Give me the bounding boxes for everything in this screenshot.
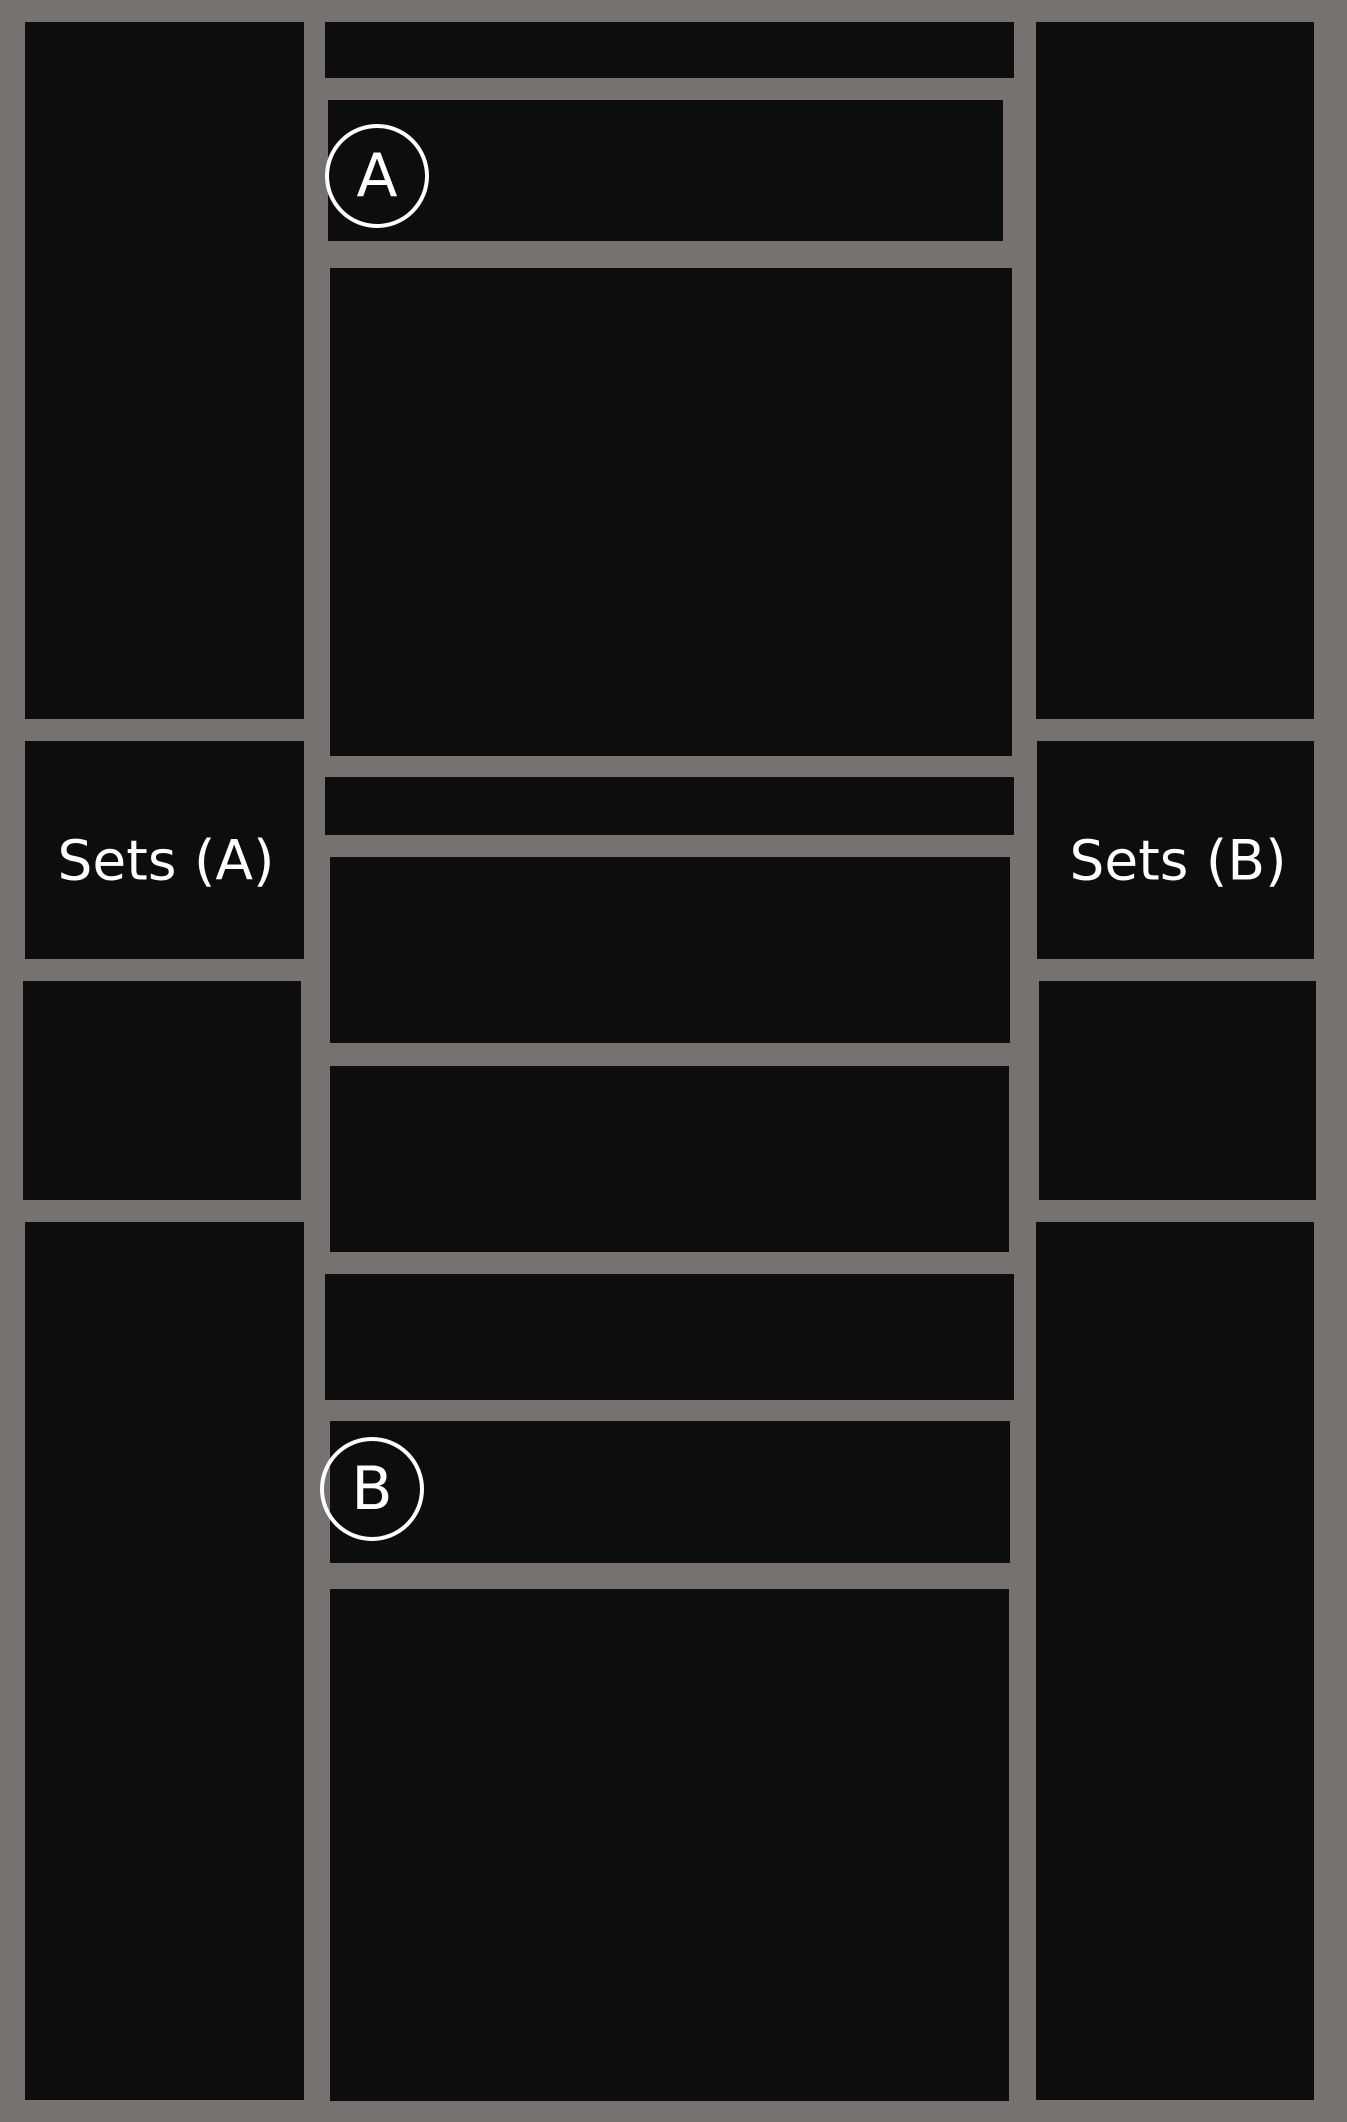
right-lower-panel [1036,1222,1314,2100]
sets-b-label: Sets (B) [1069,828,1287,893]
center-top-strip [325,22,1014,78]
marker-b-circle: B [320,1437,424,1541]
marker-b-letter: B [351,1454,393,1524]
center-thin-strip [325,777,1014,835]
center-large-upper-panel [330,268,1012,756]
marker-a-circle: A [325,124,429,228]
center-panel-2 [330,1066,1009,1252]
left-middle-panel [23,981,301,1200]
right-upper-panel [1036,22,1314,719]
center-marker-a-panel [328,100,1003,241]
center-panel-1 [330,857,1010,1043]
left-upper-panel [25,22,304,719]
center-large-lower-panel [330,1589,1009,2101]
sets-a-label: Sets (A) [57,828,275,893]
frame-background: Sets (A) Sets (B) A B [0,0,1347,2122]
marker-a-letter: A [356,141,398,211]
center-panel-3 [325,1274,1014,1400]
left-lower-panel [25,1222,304,2100]
right-middle-panel [1039,981,1316,1200]
center-marker-b-panel [330,1421,1010,1563]
